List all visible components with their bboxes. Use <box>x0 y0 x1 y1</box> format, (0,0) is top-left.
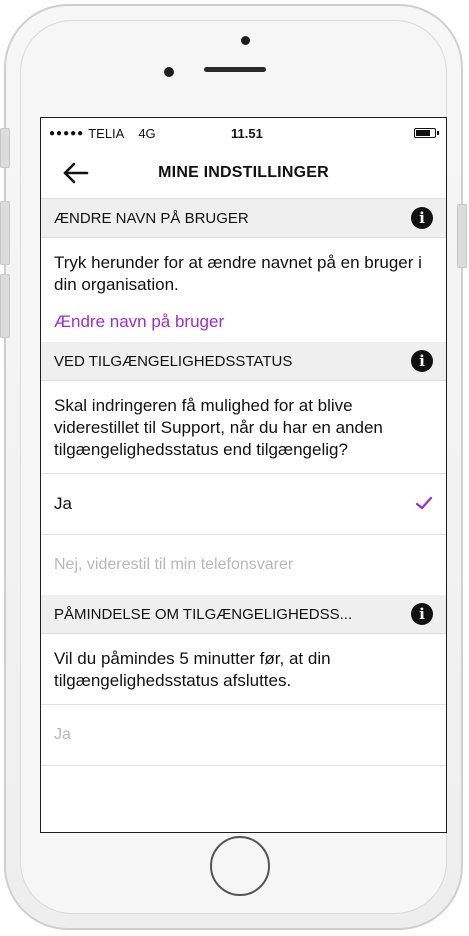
section-title: VED TILGÆNGELIGHEDSSTATUS <box>54 352 293 370</box>
screen: ●●●●● TELIA 4G 11.51 MINE INDSTILLINGER … <box>40 117 447 833</box>
front-camera <box>164 67 174 77</box>
power-button <box>457 204 467 268</box>
option-label: Ja <box>54 726 71 743</box>
signal-strength-icon: ●●●●● <box>49 127 85 139</box>
battery-level <box>416 130 431 136</box>
list-separator <box>41 765 446 786</box>
page-title: MINE INDSTILLINGER <box>158 164 329 181</box>
checkmark-icon <box>415 496 433 510</box>
sensor-dot <box>241 36 250 45</box>
info-icon[interactable]: i <box>411 350 433 372</box>
home-button[interactable] <box>210 836 270 896</box>
network-type: 4G <box>138 125 156 141</box>
mute-switch <box>0 128 10 168</box>
section-description: Vil du påmindes 5 minutter før, at din t… <box>54 649 331 690</box>
back-arrow-icon[interactable] <box>61 158 91 188</box>
rename-user-link[interactable]: Ændre navn på bruger <box>41 308 446 342</box>
option-voicemail[interactable]: Nej, viderestil til min telefonsvarer <box>41 534 446 595</box>
section-description: Tryk herunder for at ændre navnet på en … <box>54 253 422 294</box>
battery-icon <box>414 128 439 138</box>
info-icon[interactable]: i <box>411 207 433 229</box>
status-bar: ●●●●● TELIA 4G 11.51 <box>41 118 446 148</box>
status-time: 11.51 <box>231 125 263 141</box>
option-reminder-yes[interactable]: Ja <box>41 704 446 765</box>
section-title: ÆNDRE NAVN PÅ BRUGER <box>54 209 249 227</box>
volume-up-button <box>0 201 10 265</box>
volume-down-button <box>0 274 10 338</box>
section-header-availability: VED TILGÆNGELIGHEDSSTATUS i <box>41 342 446 381</box>
option-label: Ja <box>54 494 72 513</box>
navigation-bar: MINE INDSTILLINGER <box>41 148 446 199</box>
section-header-reminder: PÅMINDELSE OM TILGÆNGELIGHEDSS... i <box>41 595 446 634</box>
info-icon[interactable]: i <box>411 603 433 625</box>
option-yes[interactable]: Ja <box>41 473 446 534</box>
carrier-name: TELIA <box>88 125 125 141</box>
section-title: PÅMINDELSE OM TILGÆNGELIGHEDSS... <box>54 605 353 623</box>
section-description: Skal indringeren få mulighed for at bliv… <box>54 396 383 459</box>
earpiece-speaker <box>204 67 266 72</box>
option-label: Nej, viderestil til min telefonsvarer <box>54 556 294 573</box>
section-header-rename: ÆNDRE NAVN PÅ BRUGER i <box>41 199 446 238</box>
